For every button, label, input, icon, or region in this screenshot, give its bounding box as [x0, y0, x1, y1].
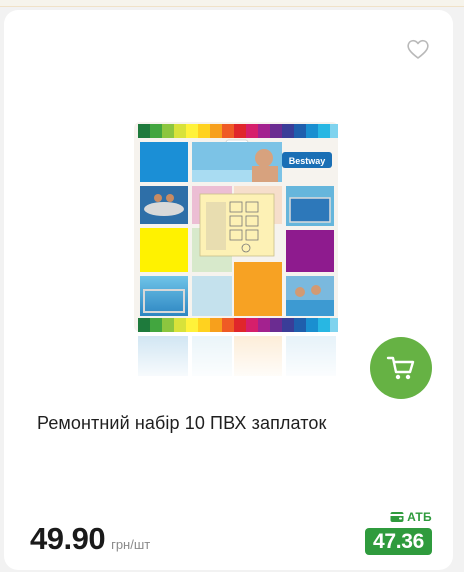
- price-unit: грн/шт: [111, 537, 151, 552]
- top-border: [0, 0, 464, 7]
- product-card[interactable]: Bestway Ремонтний набір 10 ПВХ заплаток …: [4, 10, 453, 570]
- product-title[interactable]: Ремонтний набір 10 ПВХ заплаток: [37, 413, 417, 434]
- price-block: 49.90 грн/шт: [30, 521, 150, 557]
- shopping-cart-icon: [386, 356, 415, 380]
- color-stripes-top: [138, 124, 338, 138]
- store-badge: АТБ: [374, 510, 432, 524]
- add-to-cart-button[interactable]: [370, 337, 432, 399]
- store-price-badge: 47.36: [365, 528, 432, 555]
- product-image[interactable]: Bestway: [134, 114, 342, 384]
- store-label: АТБ: [407, 510, 432, 524]
- heart-icon[interactable]: [406, 38, 430, 60]
- price-value: 49.90: [30, 521, 106, 556]
- brand-logo: Bestway: [289, 156, 326, 166]
- wallet-icon: [390, 512, 404, 522]
- color-stripes-bottom: [138, 318, 338, 332]
